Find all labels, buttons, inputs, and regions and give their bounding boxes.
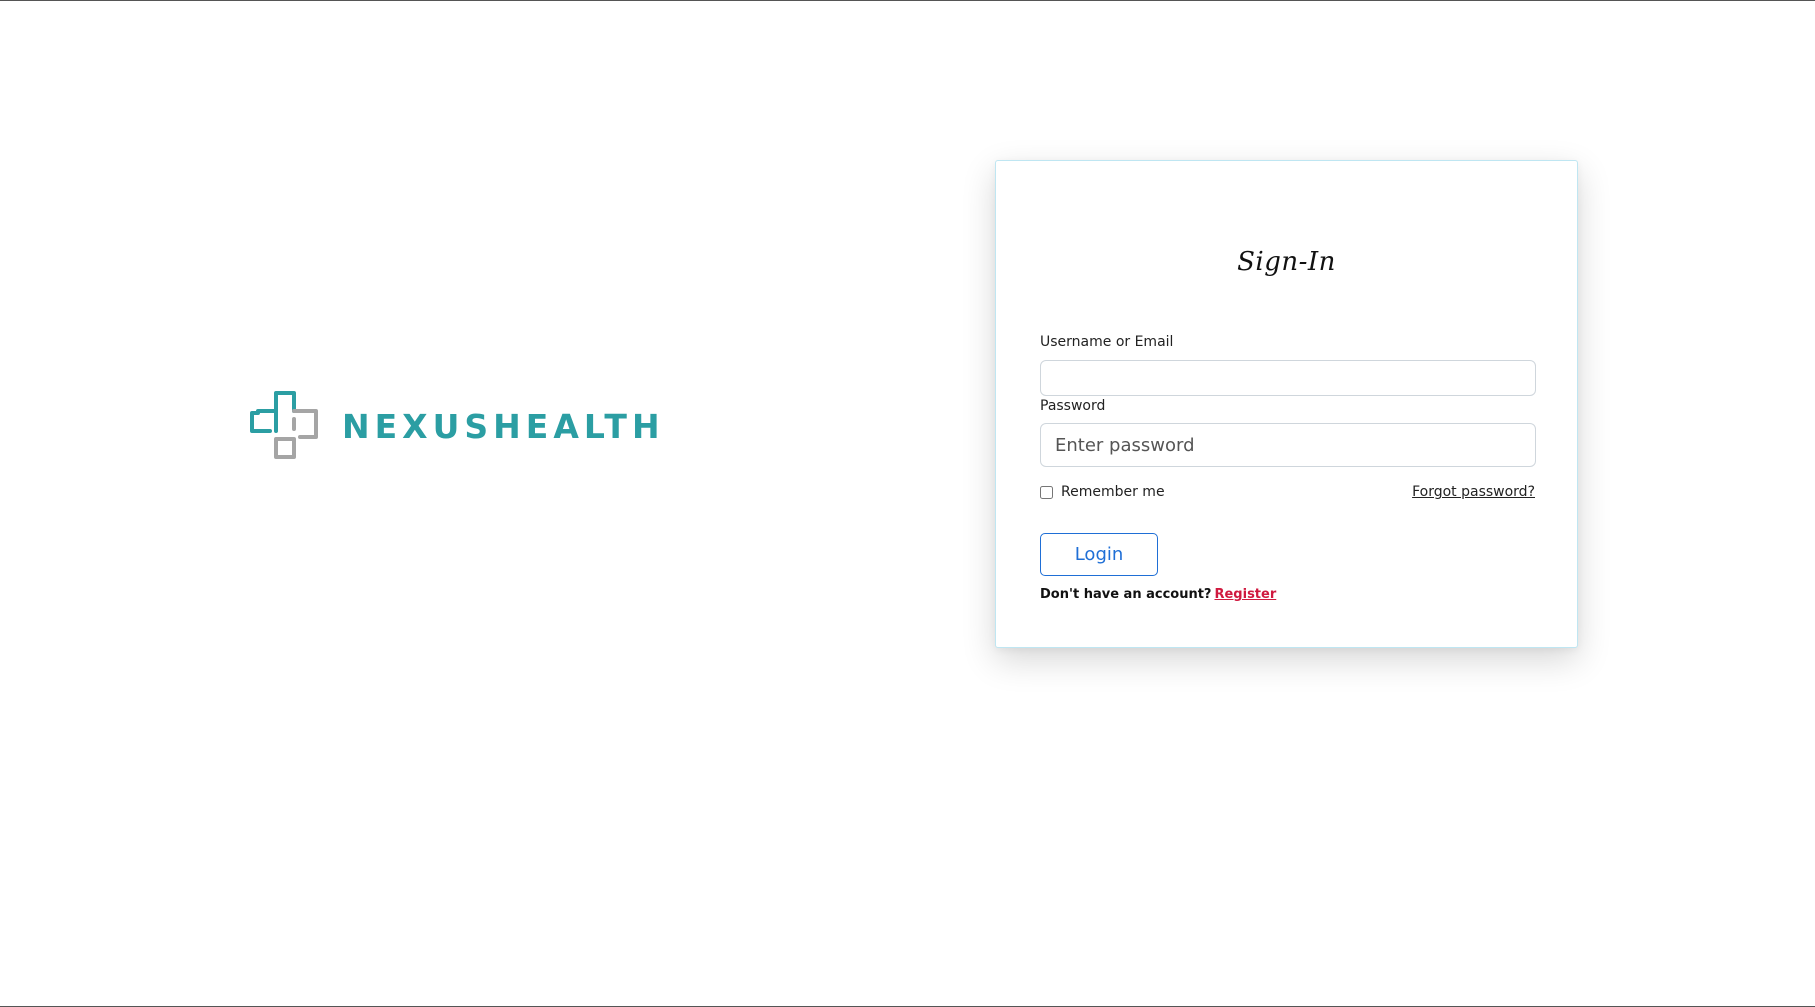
password-label: Password [1040, 398, 1106, 414]
register-prompt: Don't have an account? [1040, 587, 1212, 602]
login-page: NEXUSHEALTH Sign-In Username or Email Pa… [0, 0, 1815, 1007]
brand-name: NEXUSHEALTH [342, 406, 665, 446]
username-input[interactable] [1040, 360, 1536, 396]
remember-me-checkbox[interactable] [1040, 485, 1053, 499]
register-line: Don't have an account? Register [1040, 587, 1276, 602]
remember-me: Remember me [1040, 484, 1165, 500]
brand-logo: NEXUSHEALTH [250, 391, 665, 461]
sign-in-title: Sign-In [1237, 247, 1336, 277]
medical-cross-logo-icon [250, 391, 318, 459]
remember-me-label[interactable]: Remember me [1061, 484, 1165, 500]
forgot-password-link[interactable]: Forgot password? [1412, 484, 1535, 500]
password-input[interactable] [1040, 423, 1536, 467]
username-label: Username or Email [1040, 334, 1174, 350]
register-link[interactable]: Register [1214, 587, 1276, 602]
sign-in-card: Sign-In Username or Email Password Remem… [995, 160, 1578, 648]
login-button[interactable]: Login [1040, 533, 1158, 576]
